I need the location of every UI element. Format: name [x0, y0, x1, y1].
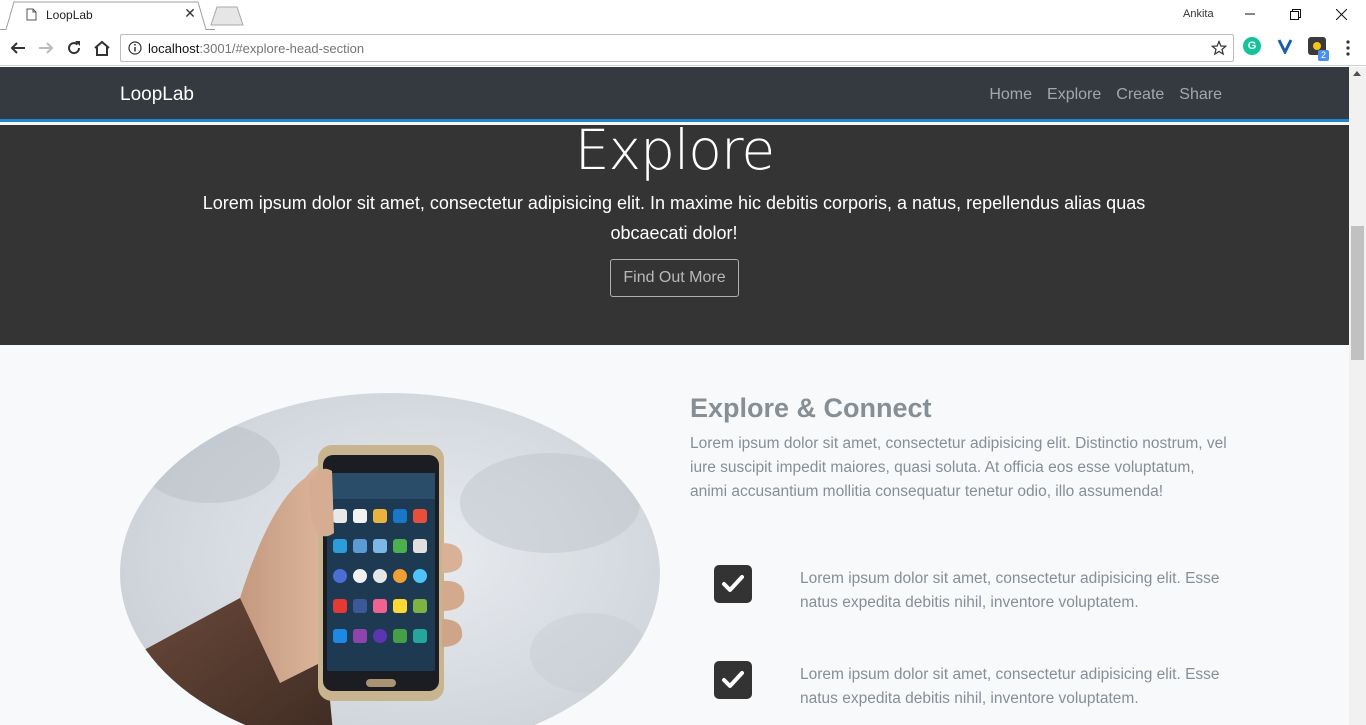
nav-link-share[interactable]: Share: [1179, 86, 1222, 104]
nav-links: Home Explore Create Share: [989, 86, 1222, 104]
site-navbar: LoopLab Home Explore Create Share: [0, 67, 1349, 122]
grammarly-icon[interactable]: G: [1243, 37, 1261, 55]
browser-toolbar: localhost:3001/#explore-head-section G 2: [0, 30, 1366, 66]
extension-badge-count: 2: [1318, 50, 1330, 61]
check-icon: [714, 565, 752, 603]
explore-feature-section: Explore & Connect Lorem ipsum dolor sit …: [0, 345, 1349, 725]
back-icon[interactable]: [6, 36, 30, 60]
nav-link-home[interactable]: Home: [989, 86, 1032, 104]
new-tab-button[interactable]: [209, 6, 245, 26]
star-icon[interactable]: [1210, 39, 1228, 61]
phone-image: [120, 393, 660, 725]
find-out-more-button[interactable]: Find Out More: [610, 259, 739, 297]
check-icon: [714, 661, 752, 699]
address-bar[interactable]: localhost:3001/#explore-head-section: [120, 34, 1234, 62]
forward-icon[interactable]: [34, 36, 58, 60]
explore-hero-section: Explore Lorem ipsum dolor sit amet, cons…: [0, 118, 1349, 345]
hero-title: Explore: [574, 118, 775, 182]
scroll-up-icon[interactable]: [1353, 71, 1361, 76]
close-window-button[interactable]: [1318, 0, 1364, 28]
page-icon: [26, 8, 37, 26]
scrollbar-thumb[interactable]: [1351, 226, 1364, 360]
feature-text: Lorem ipsum dolor sit amet, consectetur …: [690, 435, 1227, 500]
url-text[interactable]: localhost:3001/#explore-head-section: [148, 41, 364, 56]
page-scrollbar[interactable]: [1349, 67, 1366, 725]
close-icon[interactable]: ✕: [182, 5, 198, 21]
url-host: localhost: [148, 41, 200, 56]
check-item-text: Lorem ipsum dolor sit amet, consectetur …: [800, 570, 1220, 611]
url-path: :3001/#explore-head-section: [199, 41, 365, 56]
nav-link-explore[interactable]: Explore: [1047, 86, 1101, 104]
restore-button[interactable]: [1272, 0, 1318, 28]
page-viewport: LoopLab Home Explore Create Share Explor…: [0, 67, 1366, 725]
hero-text: Lorem ipsum dolor sit amet, consectetur …: [202, 193, 1146, 243]
check-item-text: Lorem ipsum dolor sit amet, consectetur …: [800, 666, 1220, 707]
info-icon[interactable]: [128, 41, 142, 60]
reload-icon[interactable]: [62, 36, 86, 60]
home-icon[interactable]: [90, 36, 114, 60]
extension-v-icon[interactable]: [1276, 37, 1294, 55]
brand-logo[interactable]: LoopLab: [120, 84, 194, 106]
nav-link-create[interactable]: Create: [1116, 86, 1164, 104]
profile-name[interactable]: Ankita: [1183, 8, 1214, 20]
feature-title: Explore & Connect: [690, 393, 932, 423]
menu-icon[interactable]: [1342, 39, 1354, 57]
browser-tabstrip: LoopLab ✕ Ankita: [0, 0, 1366, 30]
tab-title: LoopLab: [46, 8, 93, 22]
minimize-button[interactable]: [1227, 0, 1273, 28]
